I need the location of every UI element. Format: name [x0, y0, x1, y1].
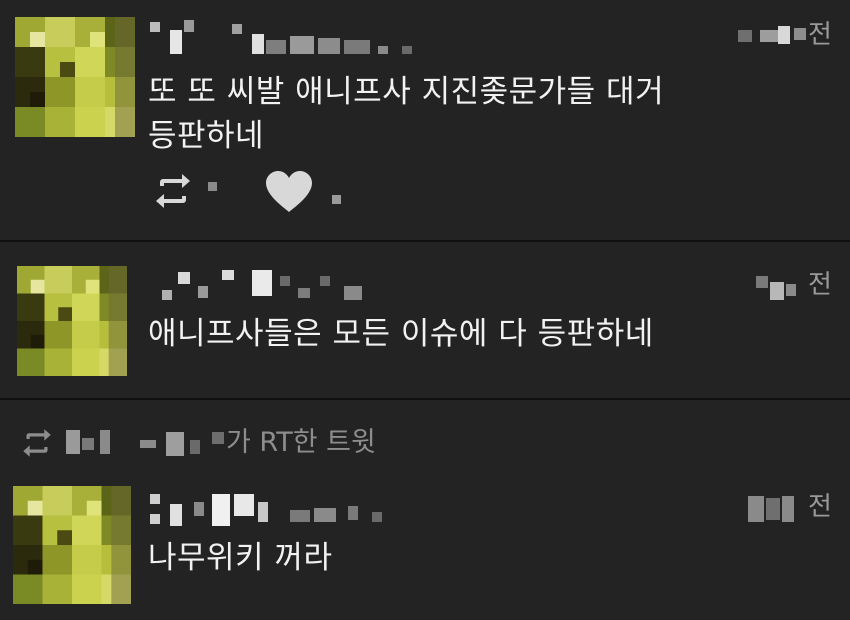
tweet-text-line: 등판하네: [148, 118, 265, 154]
tweet-3[interactable]: 가 RT한 트윗 전 나무위키 꺼라: [0, 400, 850, 620]
avatar[interactable]: [15, 17, 135, 137]
time-suffix: 전: [808, 492, 832, 522]
tweet-text-line: 애니프사들은 모든 이슈에 다 등판하네: [148, 316, 654, 352]
time-suffix: 전: [808, 270, 832, 300]
tweet-text-line: 나무위키 꺼라: [148, 540, 333, 576]
like-count-redacted: [332, 195, 341, 204]
avatar[interactable]: [17, 266, 127, 376]
retweet-icon[interactable]: [152, 170, 194, 216]
tweet-text: 애니프사들은 모든 이슈에 다 등판하네: [148, 312, 828, 356]
retweet-count-redacted: [208, 182, 217, 191]
heart-icon[interactable]: [264, 170, 314, 218]
user-name-redacted[interactable]: [150, 490, 390, 526]
tweet-text: 나무위키 꺼라: [148, 536, 828, 580]
tweet-text: 또 또 씨발 애니프사 지진좆문가들 대거 등판하네: [148, 70, 828, 158]
tweet-text-line: 또 또 씨발 애니프사 지진좆문가들 대거: [148, 74, 665, 110]
user-name-redacted[interactable]: [150, 18, 420, 54]
tweet-1[interactable]: 전 또 또 씨발 애니프사 지진좆문가들 대거 등판하네: [0, 0, 850, 240]
user-name-redacted[interactable]: [150, 266, 370, 302]
tweet-2[interactable]: 전 애니프사들은 모든 이슈에 다 등판하네: [0, 242, 850, 398]
avatar[interactable]: [13, 486, 131, 604]
time-suffix: 전: [808, 20, 832, 50]
retweet-notice-text: 가 RT한 트윗: [226, 427, 376, 458]
retweet-notice-icon: [20, 426, 54, 464]
retweeter-name-redacted[interactable]: [66, 426, 226, 460]
